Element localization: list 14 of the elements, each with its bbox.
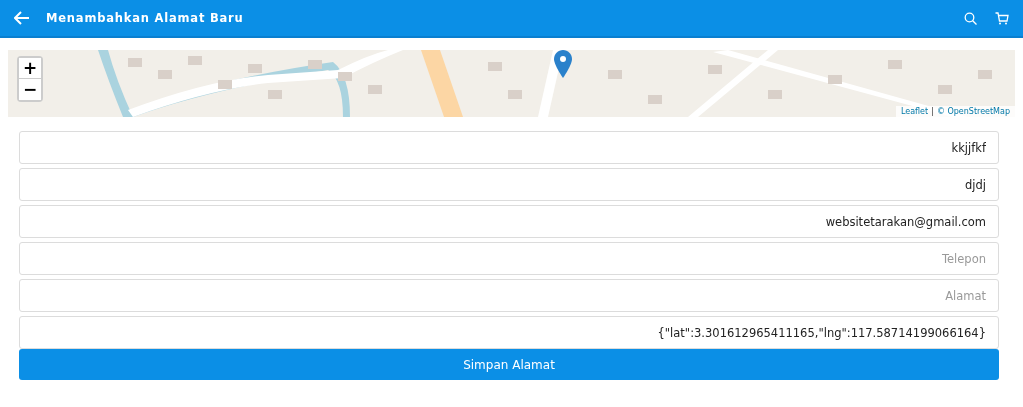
- leaflet-link[interactable]: Leaflet: [900, 107, 929, 116]
- input-field[interactable]: {"lat":3.301612965411165,"lng":117.58714199066164}: [19, 316, 999, 349]
- openstreetmap-link[interactable]: © OpenStreetMap: [936, 107, 1010, 116]
- input-field[interactable]: djdj: [19, 168, 999, 201]
- map-marker-icon[interactable]: [554, 50, 572, 78]
- input-field[interactable]: Alamat: [19, 279, 999, 312]
- back-arrow-icon[interactable]: [12, 9, 32, 27]
- page-title: Menambahkan Alamat Baru: [46, 11, 245, 25]
- input-field[interactable]: websitetarakan@gmail.com: [19, 205, 999, 238]
- cart-icon[interactable]: [993, 9, 1011, 27]
- input-field[interactable]: kkjjfkf: [19, 131, 999, 164]
- zoom-in-button[interactable]: +: [19, 58, 41, 79]
- input-field[interactable]: Telepon: [19, 242, 999, 275]
- attribution-separator: |: [931, 107, 934, 116]
